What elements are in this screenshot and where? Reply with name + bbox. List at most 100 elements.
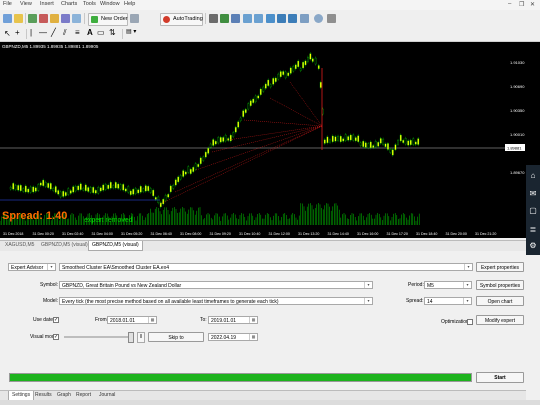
tab-graph[interactable]: Graph <box>54 391 74 400</box>
fibonacci-icon[interactable]: ≡ <box>75 28 80 37</box>
skip-to-date-field[interactable]: 2022.04.19 ▦ <box>208 333 258 341</box>
speed-slider-track[interactable] <box>64 336 132 338</box>
candle-body <box>323 139 326 144</box>
market-watch-icon[interactable] <box>28 14 37 23</box>
autotrading-button[interactable]: AutoTrading <box>160 13 203 26</box>
time-tick-label: 31 Dec 16:00 <box>357 232 378 236</box>
candle-body <box>292 66 295 72</box>
crosshair-icon[interactable]: + <box>15 28 20 37</box>
strategy-tester-icon[interactable] <box>72 14 81 23</box>
tab-gbpnzd-visual-1[interactable]: GBPNZD,M5 (visual) <box>38 241 91 250</box>
horizontal-line-icon[interactable]: — <box>39 28 47 37</box>
candle-body <box>24 185 27 193</box>
bar-chart-icon[interactable] <box>209 14 218 23</box>
menu-charts[interactable]: Charts <box>61 1 77 7</box>
calendar-icon[interactable]: ▦ <box>249 317 257 323</box>
menu-help[interactable]: Help <box>124 1 135 7</box>
spread-select[interactable]: 14 ▾ <box>424 297 472 305</box>
candle-body <box>409 140 412 145</box>
tab-gbpnzd-visual-2[interactable]: GBPNZD,M5 (visual) <box>88 241 143 251</box>
use-date-checkbox[interactable]: ✓ <box>53 317 59 323</box>
candle-body <box>49 183 52 190</box>
profiles-icon[interactable] <box>14 14 23 23</box>
candle-body <box>129 190 132 195</box>
menu-tools[interactable]: Tools <box>83 1 96 7</box>
new-chart-icon[interactable] <box>3 14 12 23</box>
vertical-line-icon[interactable]: | <box>30 28 32 37</box>
candle-body <box>362 140 365 147</box>
candle-body <box>122 184 125 191</box>
templates-icon[interactable] <box>327 14 336 23</box>
menu-view[interactable]: View <box>20 1 32 7</box>
list-icon[interactable]: ≣ <box>528 225 538 235</box>
trendline-icon[interactable]: ╱ <box>51 28 56 37</box>
time-tick-label: 31 Dec 21:20 <box>475 232 496 236</box>
message-icon[interactable]: ✉ <box>528 189 538 199</box>
expert-file-select[interactable]: Smoothed Cluster EA\Smoothed Cluster EA.… <box>59 263 473 271</box>
candlestick-icon[interactable] <box>220 14 229 23</box>
price-chart[interactable]: 1.91030 1.90690 1.90350 1.90010 1.89881 1.896… <box>0 42 540 238</box>
arrows-tool-icon[interactable]: ⇅ <box>109 28 116 37</box>
settings-icon[interactable]: ⚙ <box>528 241 538 251</box>
chart-shift-icon[interactable] <box>277 14 286 23</box>
menu-window[interactable]: Window <box>100 1 120 7</box>
candle-body <box>87 187 90 192</box>
trade-line <box>243 119 323 127</box>
candle-body <box>52 188 55 191</box>
data-window-icon[interactable] <box>39 14 48 23</box>
tab-results[interactable]: Results <box>32 391 55 400</box>
metaeditor-icon[interactable] <box>130 14 139 23</box>
tester-mode-value: Expert Advisor <box>11 265 44 271</box>
candle-body <box>269 84 272 88</box>
candle-body <box>247 103 250 110</box>
visual-mode-checkbox[interactable]: ✓ <box>53 334 59 340</box>
text-tool-icon[interactable]: A <box>87 28 93 37</box>
timeframes-icon[interactable]: ▤ ▾ <box>126 28 136 35</box>
periods-icon[interactable] <box>314 14 323 23</box>
symbol-properties-button[interactable]: Symbol properties <box>476 280 524 290</box>
line-chart-icon[interactable] <box>231 14 240 23</box>
candle-body <box>107 184 110 189</box>
indicators-icon[interactable] <box>300 14 309 23</box>
tab-report[interactable]: Report <box>73 391 94 400</box>
terminal-icon[interactable] <box>61 14 70 23</box>
open-chart-button[interactable]: Open chart <box>476 296 524 306</box>
pause-button[interactable]: ‖ <box>137 332 145 343</box>
tab-journal[interactable]: Journal <box>96 391 118 400</box>
period-select[interactable]: M5 ▾ <box>424 281 472 289</box>
window-icon[interactable]: ▢ <box>528 206 538 216</box>
cursor-icon[interactable]: ↖ <box>4 29 11 38</box>
close-icon[interactable]: ✕ <box>530 1 535 8</box>
calendar-icon[interactable]: ▦ <box>249 334 257 340</box>
symbol-select[interactable]: GBPNZD, Great Britain Pound vs New Zeala… <box>59 281 373 289</box>
menu-insert[interactable]: Insert <box>40 1 54 7</box>
minimize-icon[interactable]: – <box>508 1 511 7</box>
menu-file[interactable]: File <box>3 1 12 7</box>
tab-xagusd[interactable]: XAGUSD,M5 <box>2 241 37 250</box>
restore-icon[interactable]: ❐ <box>519 1 524 8</box>
zoom-in-icon[interactable] <box>243 14 252 23</box>
label-tool-icon[interactable]: ▭ <box>97 28 105 37</box>
to-date-field[interactable]: 2019.01.01 ▦ <box>208 316 258 324</box>
new-order-label: New Order <box>101 16 128 22</box>
candle-body <box>17 185 20 191</box>
zoom-out-icon[interactable] <box>254 14 263 23</box>
model-select[interactable]: Every tick (the most precise method base… <box>59 297 373 305</box>
tester-mode-select[interactable]: Expert Advisor ▾ <box>8 263 56 271</box>
modify-expert-button[interactable]: Modify expert <box>476 315 524 325</box>
new-order-button[interactable]: New Order <box>88 13 128 26</box>
navigator-icon[interactable] <box>50 14 59 23</box>
autoscroll-icon[interactable] <box>288 14 297 23</box>
home-icon[interactable]: ⌂ <box>528 171 538 181</box>
from-date-field[interactable]: 2018.01.01 ▦ <box>107 316 157 324</box>
tile-windows-icon[interactable] <box>266 14 275 23</box>
optimization-checkbox[interactable] <box>467 319 473 325</box>
candle-body <box>279 71 282 77</box>
skip-to-button[interactable]: Skip to <box>148 332 204 342</box>
from-date-value: 2018.01.01 <box>110 318 136 324</box>
expert-properties-button[interactable]: Expert properties <box>476 262 524 272</box>
start-button[interactable]: Start <box>476 372 524 383</box>
channel-icon[interactable]: ⫽ <box>63 28 67 38</box>
calendar-icon[interactable]: ▦ <box>148 317 156 323</box>
speed-slider-handle[interactable] <box>128 332 134 343</box>
